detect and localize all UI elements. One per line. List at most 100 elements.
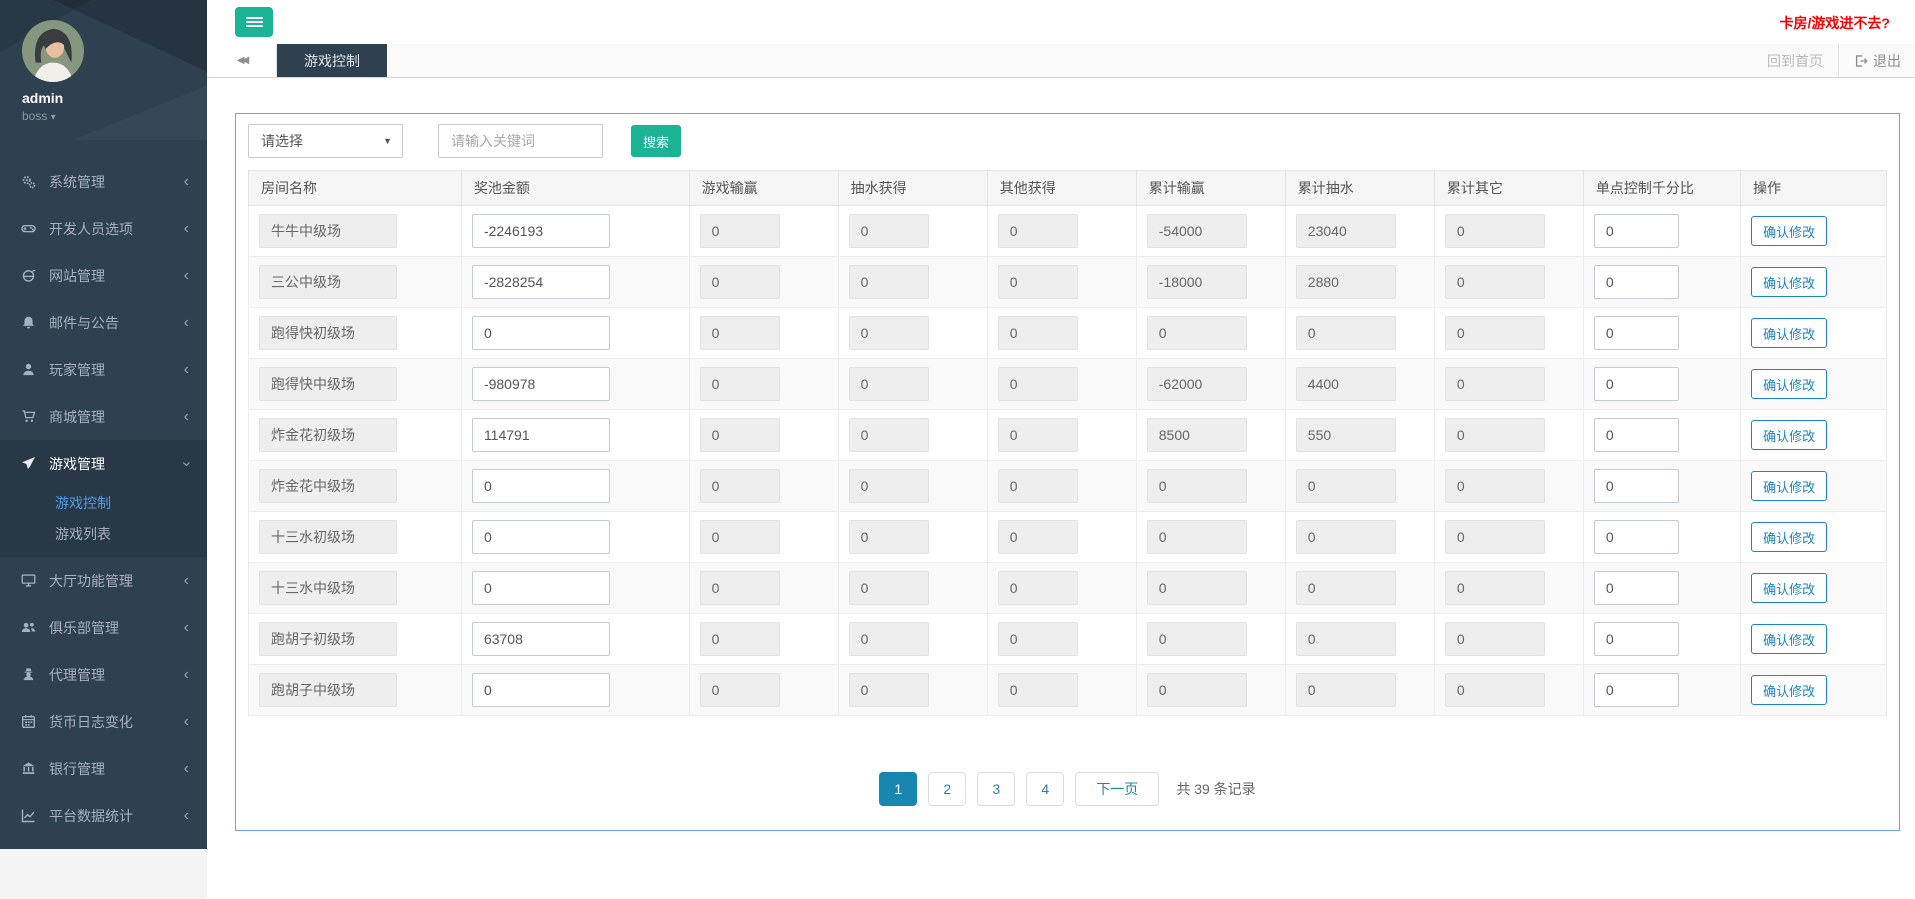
sidebar-item[interactable]: 平台数据统计 ‹: [0, 792, 207, 839]
jackpot-input[interactable]: [472, 469, 610, 503]
sidebar-item[interactable]: 玩家管理 ‹: [0, 346, 207, 393]
column-header: 奖池金额: [461, 171, 689, 206]
tab-game-control[interactable]: 游戏控制: [277, 44, 387, 77]
sidebar-item[interactable]: 网站管理 ‹: [0, 252, 207, 299]
jackpot-input[interactable]: [472, 418, 610, 452]
game-winloss-input: [700, 469, 780, 503]
next-page-button[interactable]: 下一页: [1075, 772, 1159, 806]
table-row: 确认修改: [249, 359, 1887, 410]
sidebar-item[interactable]: 银行管理 ‹: [0, 745, 207, 792]
page-button[interactable]: 2: [928, 772, 966, 806]
confirm-modify-button[interactable]: 确认修改: [1751, 216, 1827, 246]
sidebar-item[interactable]: 商城管理 ‹: [0, 393, 207, 440]
confirm-modify-button[interactable]: 确认修改: [1751, 573, 1827, 603]
user-role: boss: [22, 109, 47, 123]
confirm-modify-button[interactable]: 确认修改: [1751, 624, 1827, 654]
point-control-input[interactable]: [1594, 571, 1679, 605]
jackpot-input[interactable]: [472, 673, 610, 707]
total-winloss-input: [1147, 571, 1247, 605]
jackpot-input[interactable]: [472, 520, 610, 554]
total-other-input: [1445, 418, 1545, 452]
confirm-modify-button[interactable]: 确认修改: [1751, 420, 1827, 450]
jackpot-input[interactable]: [472, 214, 610, 248]
records-count: 共 39 条记录: [1176, 779, 1255, 799]
point-control-input[interactable]: [1594, 622, 1679, 656]
home-link[interactable]: 回到首页: [1767, 51, 1823, 71]
sidebar: admin boss ▾ 系统管理 ‹ 开发人员选项 ‹: [0, 0, 207, 849]
game-control-panel: 请选择 ▼ 搜索 房间名称: [235, 113, 1900, 831]
chevron-left-icon: ‹: [184, 221, 189, 237]
sidebar-item[interactable]: 邮件与公告 ‹: [0, 299, 207, 346]
total-winloss-input: [1147, 469, 1247, 503]
jackpot-input[interactable]: [472, 265, 610, 299]
desktop-icon: [21, 573, 36, 588]
confirm-modify-button[interactable]: 确认修改: [1751, 675, 1827, 705]
main-area: 卡房/游戏进不去? ◀◀ 游戏控制 回到首页 退出: [207, 0, 1915, 899]
gears-icon: [21, 174, 36, 189]
room-name-input: [259, 520, 397, 554]
table-row: 确认修改: [249, 308, 1887, 359]
total-winloss-input: [1147, 622, 1247, 656]
sidebar-item[interactable]: 货币日志变化 ‹: [0, 698, 207, 745]
total-pump-input: [1296, 571, 1396, 605]
confirm-modify-button[interactable]: 确认修改: [1751, 522, 1827, 552]
other-gain-input: [998, 214, 1078, 248]
total-winloss-input: [1147, 316, 1247, 350]
jackpot-input[interactable]: [472, 316, 610, 350]
game-winloss-input: [700, 571, 780, 605]
column-header: 操作: [1741, 171, 1887, 206]
hamburger-icon: [246, 15, 263, 29]
confirm-modify-button[interactable]: 确认修改: [1751, 369, 1827, 399]
page-button[interactable]: 4: [1026, 772, 1064, 806]
point-control-input[interactable]: [1594, 520, 1679, 554]
sidebar-subitem[interactable]: 游戏列表: [0, 518, 207, 549]
sidebar-item[interactable]: 代理管理 ‹: [0, 651, 207, 698]
user-role-dropdown[interactable]: boss ▾: [22, 109, 207, 123]
chevron-left-icon: ‹: [184, 714, 189, 730]
confirm-modify-button[interactable]: 确认修改: [1751, 318, 1827, 348]
keyword-input[interactable]: [438, 124, 603, 158]
search-button[interactable]: 搜索: [631, 125, 681, 157]
sidebar-item[interactable]: 系统管理 ‹: [0, 158, 207, 205]
sidebar-item[interactable]: 俱乐部管理 ‹: [0, 604, 207, 651]
total-pump-input: [1296, 214, 1396, 248]
filter-select[interactable]: 请选择 ▼: [248, 124, 403, 158]
point-control-input[interactable]: [1594, 469, 1679, 503]
pump-gain-input: [849, 316, 929, 350]
point-control-input[interactable]: [1594, 316, 1679, 350]
collapse-tabs-button[interactable]: ◀◀: [207, 44, 277, 77]
sidebar-item-game-management[interactable]: 游戏管理 ‹: [0, 440, 207, 487]
content-area: 请选择 ▼ 搜索 房间名称: [207, 78, 1915, 831]
point-control-input[interactable]: [1594, 673, 1679, 707]
page-button[interactable]: 1: [879, 772, 917, 806]
total-pump-input: [1296, 418, 1396, 452]
sidebar-subitem[interactable]: 游戏控制: [0, 487, 207, 518]
logout-link[interactable]: 退出: [1854, 51, 1901, 71]
point-control-input[interactable]: [1594, 367, 1679, 401]
confirm-modify-button[interactable]: 确认修改: [1751, 471, 1827, 501]
jackpot-input[interactable]: [472, 571, 610, 605]
sidebar-item[interactable]: 大厅功能管理 ‹: [0, 557, 207, 604]
point-control-input[interactable]: [1594, 418, 1679, 452]
sidebar-toggle-button[interactable]: [235, 7, 273, 37]
avatar: [22, 20, 84, 82]
point-control-input[interactable]: [1594, 214, 1679, 248]
column-header: 其他获得: [987, 171, 1136, 206]
sidebar-item[interactable]: 开发人员选项 ‹: [0, 205, 207, 252]
help-link[interactable]: 卡房/游戏进不去?: [1780, 13, 1890, 33]
point-control-input[interactable]: [1594, 265, 1679, 299]
room-name-input: [259, 673, 397, 707]
total-other-input: [1445, 214, 1545, 248]
other-gain-input: [998, 418, 1078, 452]
jackpot-input[interactable]: [472, 622, 610, 656]
jackpot-input[interactable]: [472, 367, 610, 401]
bank-icon: [21, 761, 36, 776]
caret-down-icon: ▼: [383, 136, 392, 146]
confirm-modify-button[interactable]: 确认修改: [1751, 267, 1827, 297]
game-winloss-input: [700, 316, 780, 350]
game-winloss-input: [700, 214, 780, 248]
pump-gain-input: [849, 418, 929, 452]
table-row: 确认修改: [249, 410, 1887, 461]
page-button[interactable]: 3: [977, 772, 1015, 806]
total-winloss-input: [1147, 265, 1247, 299]
